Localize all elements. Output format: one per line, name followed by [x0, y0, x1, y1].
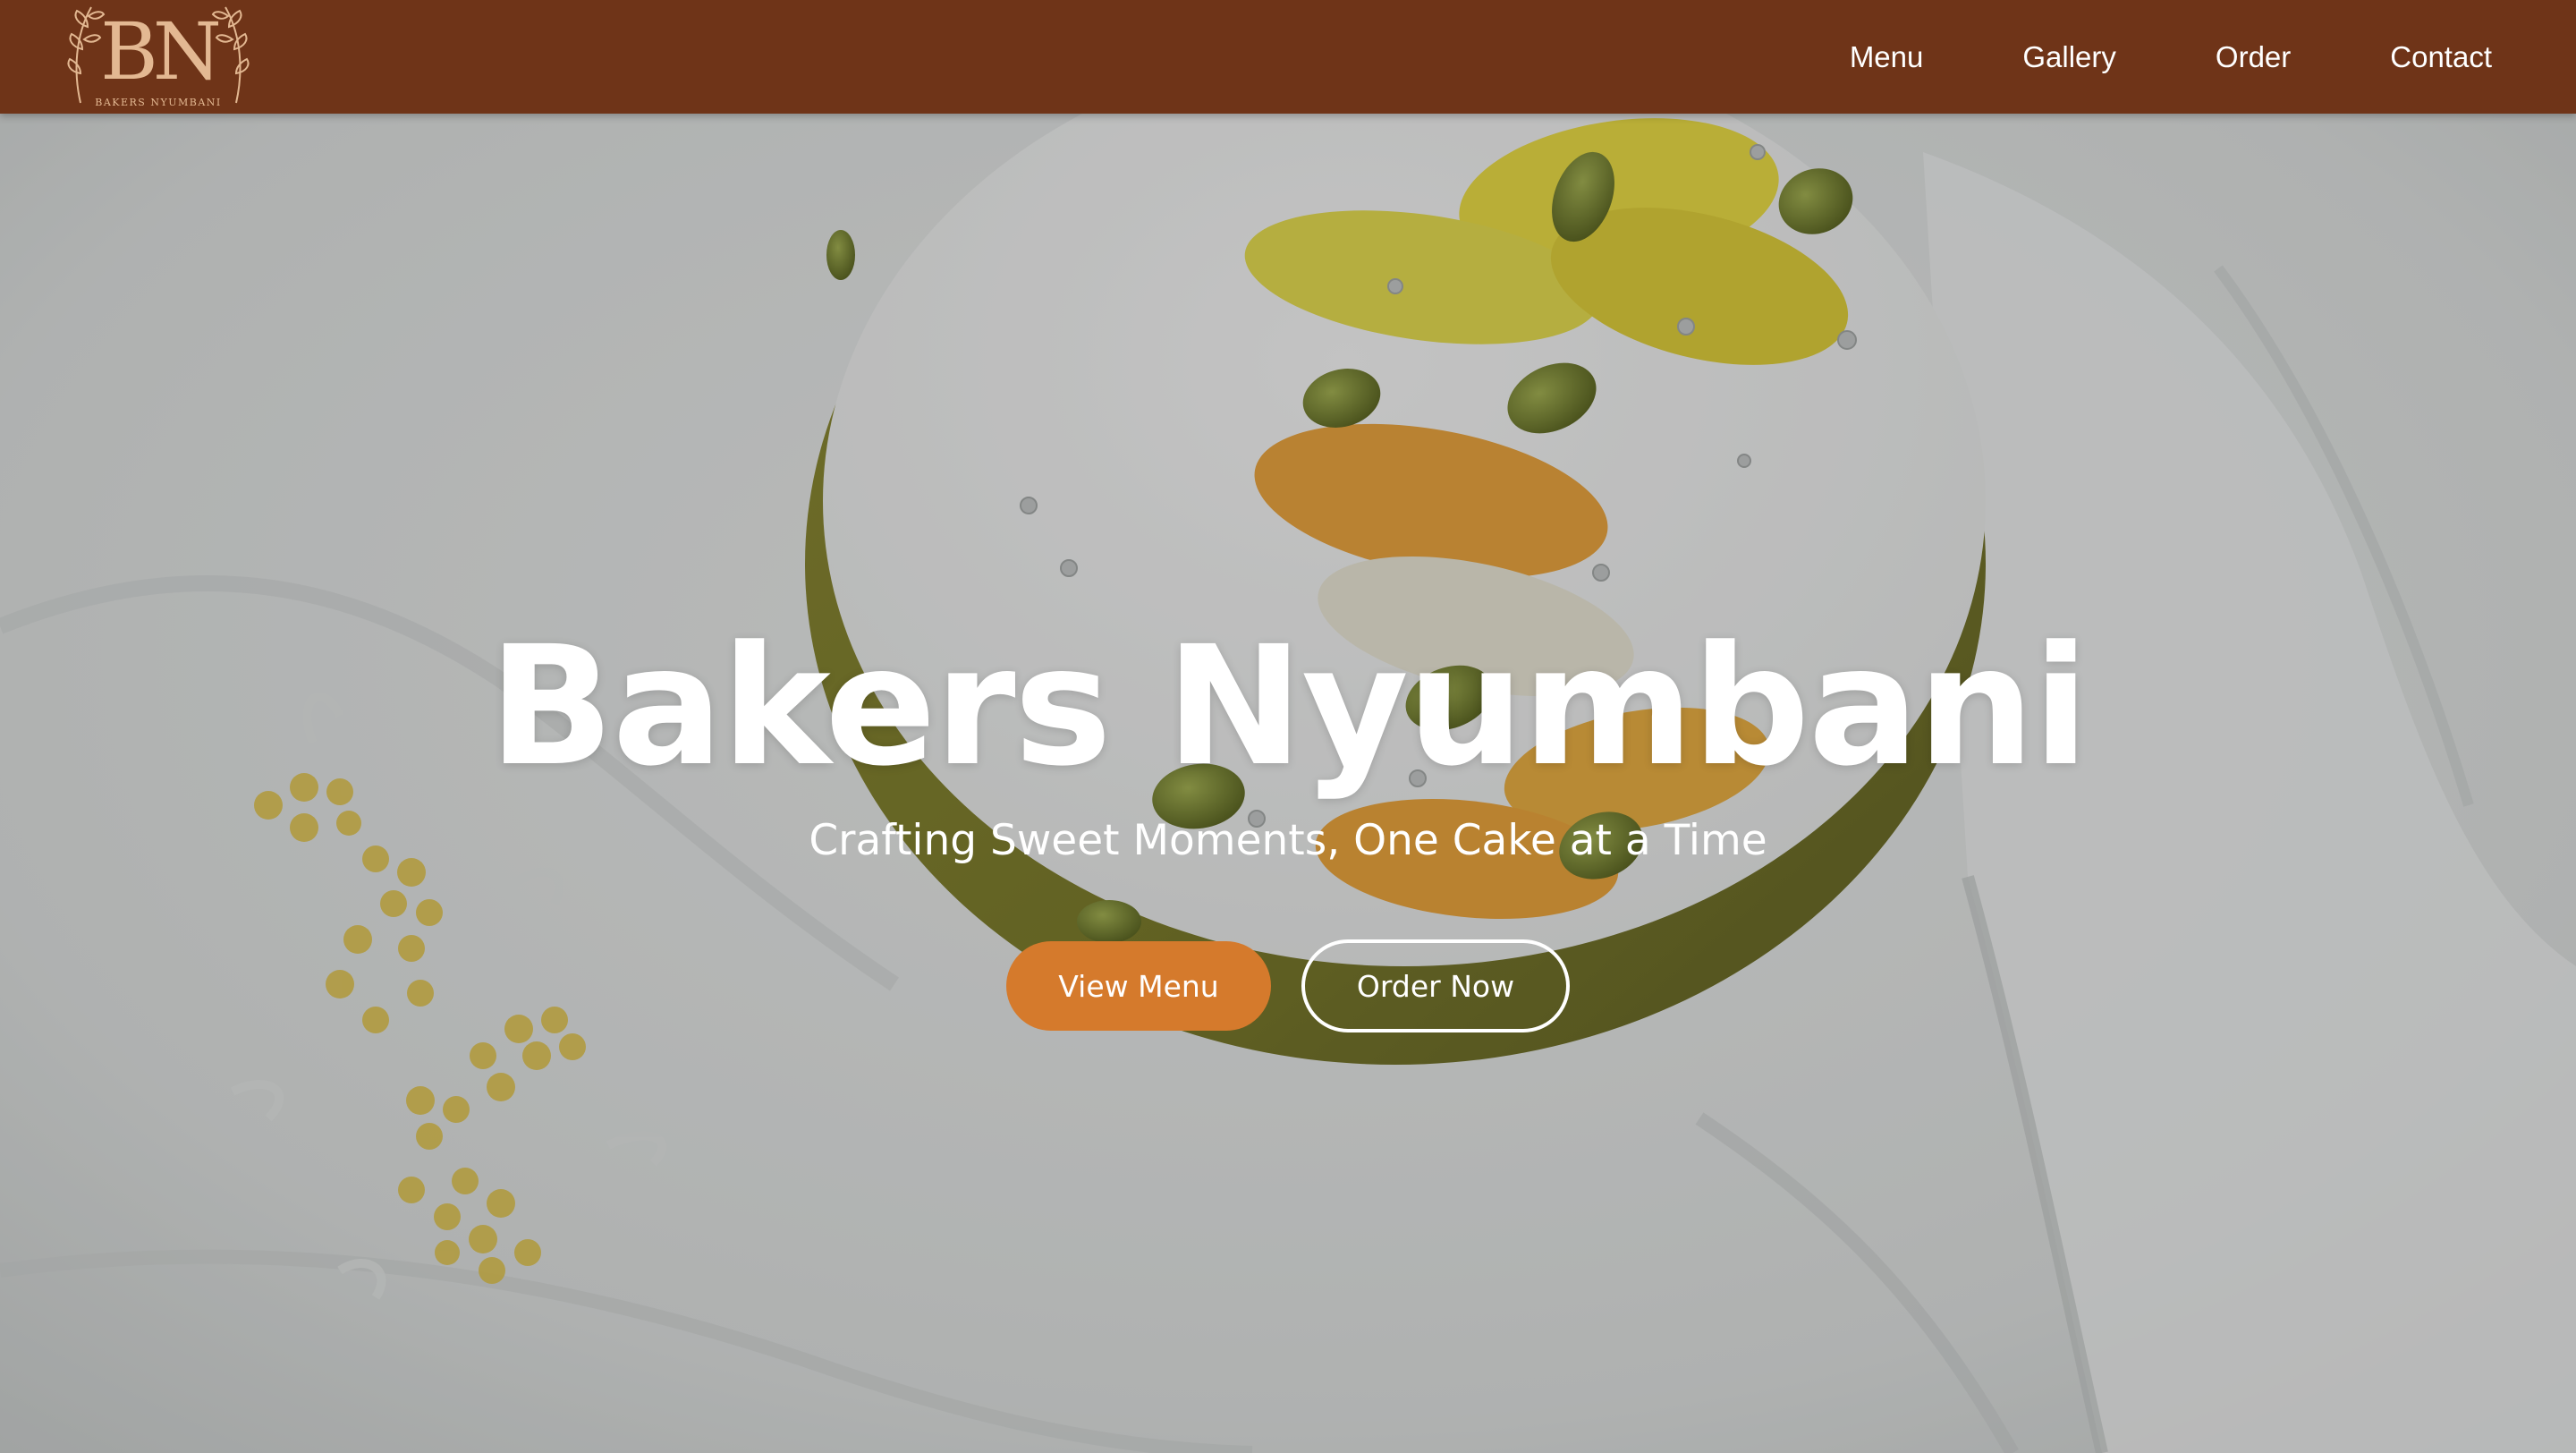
order-now-button[interactable]: Order Now	[1301, 939, 1570, 1032]
hero-button-group: View Menu Order Now	[0, 939, 2576, 1032]
nav-link-order[interactable]: Order	[2216, 40, 2291, 74]
main-nav: Menu Gallery Order Contact	[1850, 0, 2492, 114]
nav-link-menu[interactable]: Menu	[1850, 40, 1924, 74]
hero-title: Bakers Nyumbani	[488, 611, 2089, 803]
view-menu-button[interactable]: View Menu	[1006, 941, 1271, 1031]
nav-link-contact[interactable]: Contact	[2390, 40, 2492, 74]
hero-section: Bakers Nyumbani Crafting Sweet Moments, …	[0, 608, 2576, 1032]
logo-monogram: BN	[100, 5, 222, 98]
nav-link-gallery[interactable]: Gallery	[2022, 40, 2116, 74]
top-navbar: BN BAKERS NYUMBANI Menu Gallery Order Co…	[0, 0, 2576, 114]
logo-wordmark: BAKERS NYUMBANI	[95, 97, 222, 108]
brand-logo[interactable]: BN BAKERS NYUMBANI	[64, 0, 252, 114]
hero-subtitle: Crafting Sweet Moments, One Cake at a Ti…	[809, 816, 1767, 865]
landing-page: BN BAKERS NYUMBANI Menu Gallery Order Co…	[0, 0, 2576, 1453]
